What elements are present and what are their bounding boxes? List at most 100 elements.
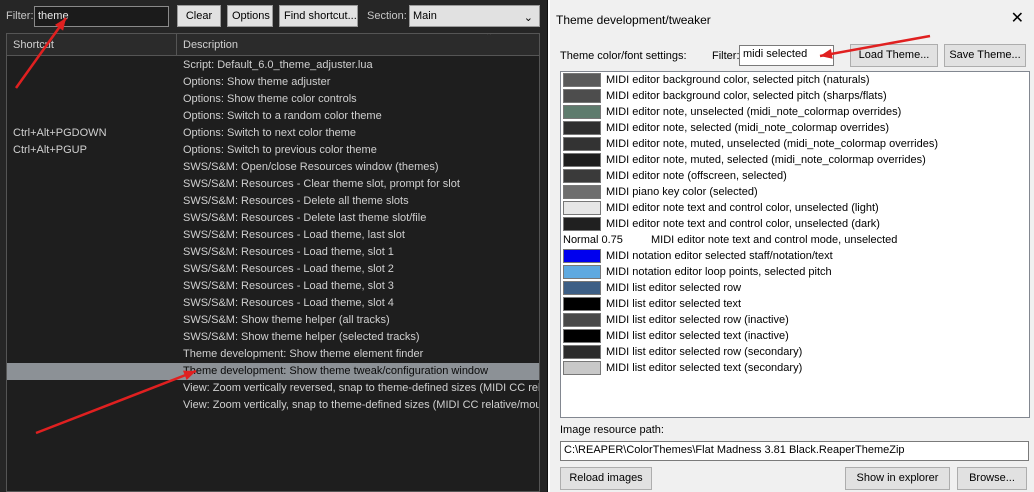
action-row[interactable]: SWS/S&M: Resources - Delete last theme s… (7, 210, 539, 227)
action-row[interactable]: Options: Show theme adjuster (7, 74, 539, 91)
color-setting-label: MIDI editor background color, selected p… (606, 74, 870, 86)
action-row[interactable]: SWS/S&M: Resources - Load theme, slot 4 (7, 295, 539, 312)
action-row[interactable]: Ctrl+Alt+PGUP Options: Switch to previous… (7, 142, 539, 159)
color-setting-label: MIDI list editor selected text (secondar… (606, 362, 803, 374)
color-setting-item[interactable]: MIDI editor note (offscreen, selected) (561, 168, 1029, 184)
action-row[interactable]: SWS/S&M: Open/close Resources window (th… (7, 159, 539, 176)
color-swatch[interactable] (563, 153, 601, 167)
color-setting-item[interactable]: MIDI list editor selected text (secondar… (561, 360, 1029, 376)
save-theme-button[interactable]: Save Theme... (944, 44, 1026, 67)
reload-images-button[interactable]: Reload images (560, 467, 652, 490)
color-setting-item[interactable]: MIDI editor note, muted, selected (midi_… (561, 152, 1029, 168)
action-description: SWS/S&M: Resources - Load theme, slot 2 (183, 263, 394, 275)
color-settings-list[interactable]: MIDI editor background color, selected p… (560, 71, 1030, 418)
action-row[interactable]: Theme development: Show theme element fi… (7, 346, 539, 363)
action-row[interactable]: Options: Show theme color controls (7, 91, 539, 108)
color-setting-item[interactable]: MIDI list editor selected row (secondary… (561, 344, 1029, 360)
actions-list[interactable]: Shortcut Description ⌃ Script: Default_6… (6, 33, 540, 492)
action-row[interactable]: Theme development: Show theme tweak/conf… (7, 363, 539, 380)
color-setting-label: MIDI list editor selected row (secondary… (606, 346, 803, 358)
column-header-shortcut[interactable]: Shortcut (7, 34, 177, 56)
color-swatch[interactable] (563, 313, 601, 327)
color-setting-item[interactable]: MIDI notation editor selected staff/nota… (561, 248, 1029, 264)
color-swatch[interactable] (563, 121, 601, 135)
section-select[interactable]: Main ⌄ (409, 5, 540, 27)
color-setting-item[interactable]: MIDI editor background color, selected p… (561, 72, 1029, 88)
color-swatch[interactable] (563, 329, 601, 343)
action-description: SWS/S&M: Resources - Delete last theme s… (183, 212, 427, 224)
color-setting-label: MIDI editor note, selected (midi_note_co… (606, 122, 890, 134)
action-row[interactable]: SWS/S&M: Resources - Load theme, slot 1 (7, 244, 539, 261)
color-swatch[interactable] (563, 297, 601, 311)
color-setting-label: MIDI list editor selected text (inactive… (606, 330, 789, 342)
action-row[interactable]: View: Zoom vertically reversed, snap to … (7, 380, 539, 397)
filter-label: Filter: (6, 10, 34, 22)
action-shortcut: Ctrl+Alt+PGDOWN (13, 127, 107, 139)
action-description: SWS/S&M: Resources - Load theme, slot 4 (183, 297, 394, 309)
action-row[interactable]: View: Zoom vertically, snap to theme-def… (7, 397, 539, 414)
show-in-explorer-button[interactable]: Show in explorer (845, 467, 950, 490)
close-icon[interactable]: ✕ (1011, 8, 1024, 28)
color-setting-label: MIDI list editor selected row (inactive) (606, 314, 789, 326)
color-swatch[interactable] (563, 89, 601, 103)
find-shortcut-button[interactable]: Find shortcut... (279, 5, 358, 27)
color-setting-label: MIDI list editor selected row (606, 282, 742, 294)
color-swatch[interactable] (563, 217, 601, 231)
color-setting-item[interactable]: MIDI editor note text and control color,… (561, 200, 1029, 216)
setting-value[interactable]: Normal 0.75 (563, 232, 623, 248)
action-row[interactable]: SWS/S&M: Show theme helper (all tracks) (7, 312, 539, 329)
color-setting-item[interactable]: MIDI list editor selected row (inactive) (561, 312, 1029, 328)
color-swatch[interactable] (563, 249, 601, 263)
color-setting-item[interactable]: MIDI editor note text and control color,… (561, 216, 1029, 232)
color-swatch[interactable] (563, 73, 601, 87)
action-description: SWS/S&M: Resources - Delete all theme sl… (183, 195, 409, 207)
color-swatch[interactable] (563, 185, 601, 199)
color-swatch[interactable] (563, 137, 601, 151)
action-description: Options: Switch to a random color theme (183, 110, 382, 122)
color-setting-item[interactable]: Normal 0.75 MIDI editor note text and con… (561, 232, 1029, 248)
color-setting-item[interactable]: MIDI editor background color, selected p… (561, 88, 1029, 104)
settings-label: Theme color/font settings: (560, 50, 687, 62)
color-swatch[interactable] (563, 361, 601, 375)
color-swatch[interactable] (563, 201, 601, 215)
action-row[interactable]: Options: Switch to a random color theme (7, 108, 539, 125)
action-description: Theme development: Show theme tweak/conf… (183, 365, 489, 377)
color-swatch[interactable] (563, 281, 601, 295)
load-theme-button[interactable]: Load Theme... (850, 44, 938, 67)
color-setting-item[interactable]: MIDI notation editor loop points, select… (561, 264, 1029, 280)
color-swatch[interactable] (563, 105, 601, 119)
color-setting-item[interactable]: MIDI list editor selected text (inactive… (561, 328, 1029, 344)
action-description: Options: Switch to next color theme (183, 127, 357, 139)
color-swatch[interactable] (563, 345, 601, 359)
clear-button[interactable]: Clear (177, 5, 221, 27)
tweaker-filter-input[interactable]: midi selected (739, 45, 834, 66)
action-description: Options: Show theme color controls (183, 93, 357, 105)
action-row[interactable]: Script: Default_6.0_theme_adjuster.lua (7, 57, 539, 74)
color-setting-item[interactable]: MIDI editor note, selected (midi_note_co… (561, 120, 1029, 136)
actions-rows: Script: Default_6.0_theme_adjuster.lua Op… (7, 57, 539, 414)
action-description: Options: Show theme adjuster (183, 76, 331, 88)
action-row[interactable]: SWS/S&M: Show theme helper (selected tra… (7, 329, 539, 346)
color-setting-item[interactable]: MIDI editor note, muted, unselected (mid… (561, 136, 1029, 152)
action-row[interactable]: SWS/S&M: Resources - Load theme, slot 2 (7, 261, 539, 278)
options-button[interactable]: Options (227, 5, 273, 27)
action-description: SWS/S&M: Resources - Clear theme slot, p… (183, 178, 460, 190)
browse-button[interactable]: Browse... (957, 467, 1027, 490)
action-row[interactable]: SWS/S&M: Resources - Clear theme slot, p… (7, 176, 539, 193)
image-path-input[interactable]: C:\REAPER\ColorThemes\Flat Madness 3.81 … (560, 441, 1029, 461)
action-row[interactable]: Ctrl+Alt+PGDOWN Options: Switch to next c… (7, 125, 539, 142)
action-row[interactable]: SWS/S&M: Resources - Delete all theme sl… (7, 193, 539, 210)
color-setting-item[interactable]: MIDI list editor selected row (561, 280, 1029, 296)
color-swatch[interactable] (563, 265, 601, 279)
color-setting-item[interactable]: MIDI editor note, unselected (midi_note_… (561, 104, 1029, 120)
action-row[interactable]: SWS/S&M: Resources - Load theme, last sl… (7, 227, 539, 244)
color-swatch[interactable] (563, 169, 601, 183)
color-setting-item[interactable]: MIDI list editor selected text (561, 296, 1029, 312)
action-description: SWS/S&M: Show theme helper (selected tra… (183, 331, 420, 343)
actions-filter-input[interactable]: theme (34, 6, 169, 27)
action-row[interactable]: SWS/S&M: Resources - Load theme, slot 3 (7, 278, 539, 295)
color-setting-label: MIDI editor note text and control color,… (606, 218, 880, 230)
color-setting-label: MIDI editor note text and control mode, … (651, 234, 898, 246)
color-setting-item[interactable]: MIDI piano key color (selected) (561, 184, 1029, 200)
action-description: View: Zoom vertically reversed, snap to … (183, 382, 539, 394)
